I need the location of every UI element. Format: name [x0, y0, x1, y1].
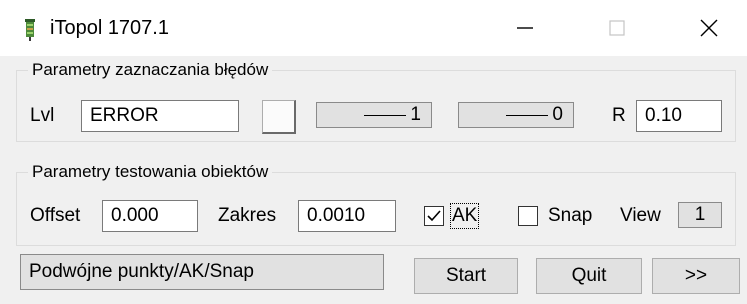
line-width-selector-1[interactable]: 1 — [316, 102, 432, 128]
more-button[interactable]: >> — [652, 258, 740, 294]
status-text: Podwójne punkty/AK/Snap — [20, 254, 384, 290]
close-icon — [700, 19, 718, 37]
zakres-input[interactable]: 0.0010 — [298, 200, 396, 232]
r-input[interactable]: 0.10 — [636, 100, 722, 132]
window-title: iTopol 1707.1 — [50, 17, 169, 39]
lvl-label: Lvl — [30, 105, 55, 126]
view-label: View — [620, 205, 661, 226]
app-icon — [25, 19, 35, 41]
snap-checkbox[interactable] — [518, 206, 538, 226]
ak-checkbox[interactable] — [424, 206, 444, 226]
object-testing-group-title: Parametry testowania obiektów — [28, 162, 273, 182]
line-width-selector-2[interactable]: 0 — [458, 102, 574, 128]
offset-label: Offset — [30, 205, 81, 226]
view-value: 1 — [678, 202, 722, 228]
minimize-button[interactable] — [490, 0, 560, 56]
snap-label[interactable]: Snap — [548, 204, 592, 228]
maximize-icon — [609, 20, 625, 36]
line-width-2-value: 0 — [552, 104, 563, 125]
zakres-label: Zakres — [218, 205, 277, 226]
quit-button[interactable]: Quit — [536, 258, 642, 294]
lvl-input[interactable]: ERROR — [81, 100, 239, 132]
offset-input[interactable]: 0.000 — [102, 200, 198, 232]
line-width-1-value: 1 — [410, 104, 421, 125]
maximize-button[interactable] — [582, 0, 652, 56]
line-sample-icon — [364, 114, 407, 116]
line-sample-icon — [506, 114, 549, 116]
start-button[interactable]: Start — [414, 258, 518, 294]
checkmark-icon — [427, 210, 441, 222]
color-picker-button[interactable] — [262, 100, 296, 134]
close-button[interactable] — [674, 0, 744, 56]
ak-label[interactable]: AK — [450, 203, 480, 229]
r-label: R — [612, 105, 626, 126]
error-marking-group-title: Parametry zaznaczania błędów — [28, 60, 273, 80]
minimize-icon — [517, 27, 533, 29]
